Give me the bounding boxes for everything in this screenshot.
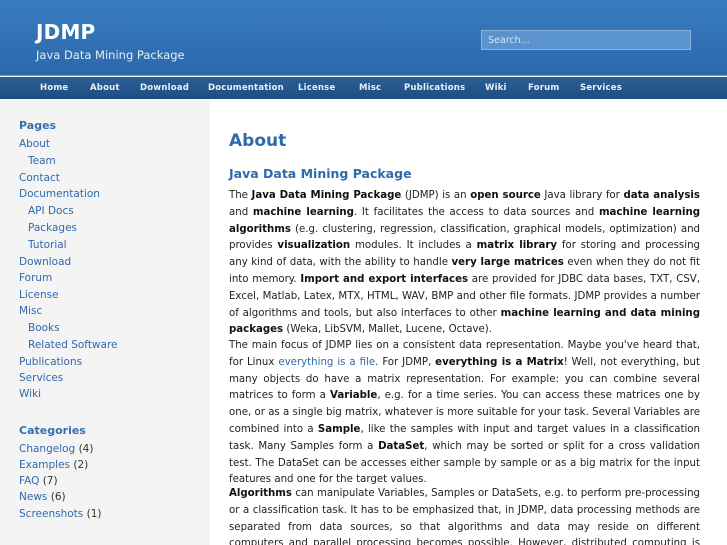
sidebar-item-forum[interactable]: Forum (19, 272, 52, 284)
category-changelog[interactable]: Changelog (4) (19, 443, 93, 455)
sidebar-item-wiki[interactable]: Wiki (19, 388, 41, 400)
category-count: (6) (50, 491, 66, 503)
site-header: JDMP Java Data Mining Package (0, 0, 727, 76)
nav-license[interactable]: License (298, 83, 335, 93)
category-count: (4) (78, 443, 94, 455)
inline-link[interactable]: everything is a file (278, 357, 375, 368)
category-news[interactable]: News (6) (19, 491, 66, 503)
sidebar-item-contact[interactable]: Contact (19, 172, 60, 184)
emphasis-text: Algorithms (229, 488, 292, 499)
nav-forum[interactable]: Forum (528, 83, 559, 93)
nav-documentation[interactable]: Documentation (208, 83, 284, 93)
nav-home[interactable]: Home (40, 83, 68, 93)
nav-wiki[interactable]: Wiki (485, 83, 507, 93)
category-faq[interactable]: FAQ (7) (19, 475, 58, 487)
section-title: Java Data Mining Package (229, 166, 412, 181)
sidebar-item-documentation[interactable]: Documentation (19, 188, 100, 200)
emphasis-text: matrix library (476, 240, 558, 252)
sidebar-item-license[interactable]: License (19, 289, 59, 301)
category-count: (7) (42, 475, 58, 487)
emphasis-text: everything is a Matrix (435, 356, 564, 368)
sidebar-item-publications[interactable]: Publications (19, 356, 82, 368)
sidebar-item-packages[interactable]: Packages (28, 222, 77, 234)
nav-download[interactable]: Download (140, 83, 189, 93)
sidebar-item-services[interactable]: Services (19, 372, 63, 384)
site-subtitle: Java Data Mining Package (36, 48, 185, 62)
sidebar-item-misc[interactable]: Misc (19, 305, 42, 317)
category-label[interactable]: Screenshots (19, 508, 83, 520)
page-title: About (229, 131, 287, 151)
nav-publications[interactable]: Publications (404, 83, 465, 93)
category-label[interactable]: News (19, 491, 47, 503)
emphasis-text: Import and export interfaces (300, 273, 469, 285)
categories-heading: Categories (19, 424, 86, 437)
emphasis-text: very large matrices (451, 257, 564, 269)
category-examples[interactable]: Examples (2) (19, 459, 88, 471)
algorithms-paragraph: Algorithms can manipulate Variables, Sam… (229, 488, 700, 545)
search-input[interactable] (481, 30, 691, 50)
sidebar-item-about[interactable]: About (19, 138, 50, 150)
category-count: (1) (86, 508, 102, 520)
sidebar-item-api-docs[interactable]: API Docs (28, 205, 74, 217)
main-content: About Java Data Mining Package The Java … (210, 99, 727, 545)
emphasis-text: visualization (277, 240, 351, 252)
nav-services[interactable]: Services (580, 83, 622, 93)
emphasis-text: machine learning and data mining package… (229, 307, 700, 336)
emphasis-text: DataSet (378, 440, 425, 452)
pages-heading: Pages (19, 119, 57, 132)
site-title[interactable]: JDMP (36, 20, 95, 44)
emphasis-text: Variable (330, 390, 378, 402)
sidebar-item-related-software[interactable]: Related Software (28, 339, 118, 351)
emphasis-text: data analysis (623, 190, 700, 201)
emphasis-text: machine learning (252, 206, 354, 218)
emphasis-text: Sample (317, 423, 361, 435)
sidebar: Pages About Team Contact Documentation A… (0, 99, 210, 545)
category-screenshots[interactable]: Screenshots (1) (19, 508, 101, 520)
emphasis-text: Java Data Mining Package (251, 190, 402, 201)
sidebar-item-download[interactable]: Download (19, 256, 71, 268)
category-label[interactable]: FAQ (19, 475, 39, 487)
intro-paragraph: The Java Data Mining Package (JDMP) is a… (229, 190, 701, 336)
emphasis-text: open source (470, 190, 541, 201)
nav-misc[interactable]: Misc (359, 83, 381, 93)
sidebar-item-books[interactable]: Books (28, 322, 60, 334)
category-label[interactable]: Examples (19, 459, 70, 471)
nav-about[interactable]: About (90, 83, 120, 93)
category-label[interactable]: Changelog (19, 443, 75, 455)
category-count: (2) (73, 459, 89, 471)
data-representation-paragraph: The main focus of JDMP lies on a consist… (229, 340, 701, 486)
main-nav: Home About Download Documentation Licens… (0, 77, 727, 99)
sidebar-item-team[interactable]: Team (28, 155, 56, 167)
sidebar-item-tutorial[interactable]: Tutorial (28, 239, 67, 251)
